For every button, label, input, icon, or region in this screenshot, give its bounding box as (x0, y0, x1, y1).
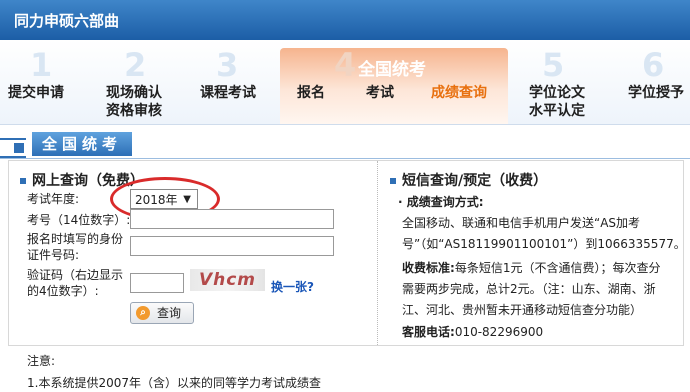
captcha-label: 验证码（右边显示 的4位数字）: (27, 267, 123, 299)
section-header: 全国统考 (0, 128, 690, 160)
sms-query-title-text: 短信查询/预定（收费） (402, 173, 548, 189)
step-score-query[interactable]: 成绩查询 (431, 84, 487, 102)
sms-method-label: · 成绩查询方式: (398, 195, 484, 209)
exam-number-label: 考号（14位数字）: (27, 213, 131, 227)
step-submit-application[interactable]: 提交申请 (8, 84, 64, 102)
captcha-image[interactable]: Vhcm (190, 269, 265, 291)
sms-fee-text: 每条短信1元（不含通信费）；每次查分 (454, 261, 661, 275)
captcha-label-line1: 验证码（右边显示 (27, 268, 124, 282)
step-thesis-line2: 水平认定 (529, 103, 585, 119)
step-register[interactable]: 报名 (297, 84, 325, 102)
notes-line1: 1.本系统提供2007年（含）以来的同等学力考试成绩查 (27, 376, 321, 390)
panel-divider (377, 161, 378, 345)
id-number-input[interactable] (130, 236, 334, 256)
step-onsite-confirm-line1: 现场确认 (106, 85, 162, 101)
sms-fee-line2: 需要两步完成，总计2元。（注：山东、湖南、浙 (402, 282, 656, 296)
query-button-label: 查询 (157, 306, 182, 320)
id-number-label: 报名时填写的身份 证件号码: (27, 231, 123, 263)
top-bar: 同力申硕六部曲 (0, 0, 690, 40)
site-title: 同力申硕六部曲 (14, 12, 120, 30)
step-thesis[interactable]: 学位论文 水平认定 (529, 84, 585, 120)
step-thesis-line1: 学位论文 (529, 85, 585, 101)
sms-fee-label: 收费标准: (402, 261, 455, 275)
bullet-square-icon (390, 178, 396, 184)
step-4-heading: 全国统考 (358, 60, 426, 80)
step-degree-award[interactable]: 学位授予 (628, 84, 684, 102)
sms-fee-line3: 江、河北、贵州暂未开通移动短信查分功能） (402, 303, 643, 317)
step-exam[interactable]: 考试 (366, 84, 394, 102)
bullet-square-icon (20, 178, 26, 184)
search-icon: ⌕ (136, 306, 150, 320)
exam-number-input[interactable] (130, 209, 334, 229)
year-label: 考试年度: (27, 192, 80, 206)
sms-instruction-line1: 全国移动、联通和电信手机用户发送“AS加考 (402, 216, 641, 230)
sms-fee-line1: 收费标准:每条短信1元（不含通信费）；每次查分 (402, 258, 660, 278)
step-4-number: 4 (334, 46, 357, 84)
id-number-label-line2: 证件号码: (27, 248, 80, 262)
sms-instruction-line2: 号”（如“AS18119901100101”）到1066335577。 (402, 237, 686, 251)
notes-heading: 注意: (27, 354, 56, 368)
service-phone-line: 客服电话:010-82296900 (402, 322, 543, 342)
step-course-exam[interactable]: 课程考试 (200, 84, 256, 102)
sms-query-title: 短信查询/预定（收费） (390, 170, 547, 190)
step-onsite-confirm[interactable]: 现场确认 资格审核 (106, 84, 162, 120)
step-2-number: 2 (124, 46, 147, 84)
step-6-number: 6 (642, 46, 665, 84)
section-bar-icon (0, 138, 26, 158)
query-button[interactable]: ⌕ 查询 (130, 302, 194, 324)
service-phone-number: 010-82296900 (454, 325, 544, 339)
service-phone-label: 客服电话: (402, 325, 455, 339)
captcha-input[interactable] (130, 273, 184, 293)
section-divider (0, 158, 690, 159)
captcha-label-line2: 的4位数字）: (27, 284, 99, 298)
refresh-captcha-link[interactable]: 换一张? (271, 278, 314, 295)
id-number-label-line1: 报名时填写的身份 (27, 232, 124, 246)
section-title: 全国统考 (32, 132, 133, 156)
step-1-number: 1 (30, 46, 53, 84)
step-onsite-confirm-line2: 资格审核 (106, 103, 162, 119)
step-5-number: 5 (542, 46, 565, 84)
step-navigation: 1 提交申请 2 现场确认 资格审核 3 课程考试 4 全国统考 报名 考试 成… (0, 40, 690, 125)
step-3-number: 3 (216, 46, 239, 84)
